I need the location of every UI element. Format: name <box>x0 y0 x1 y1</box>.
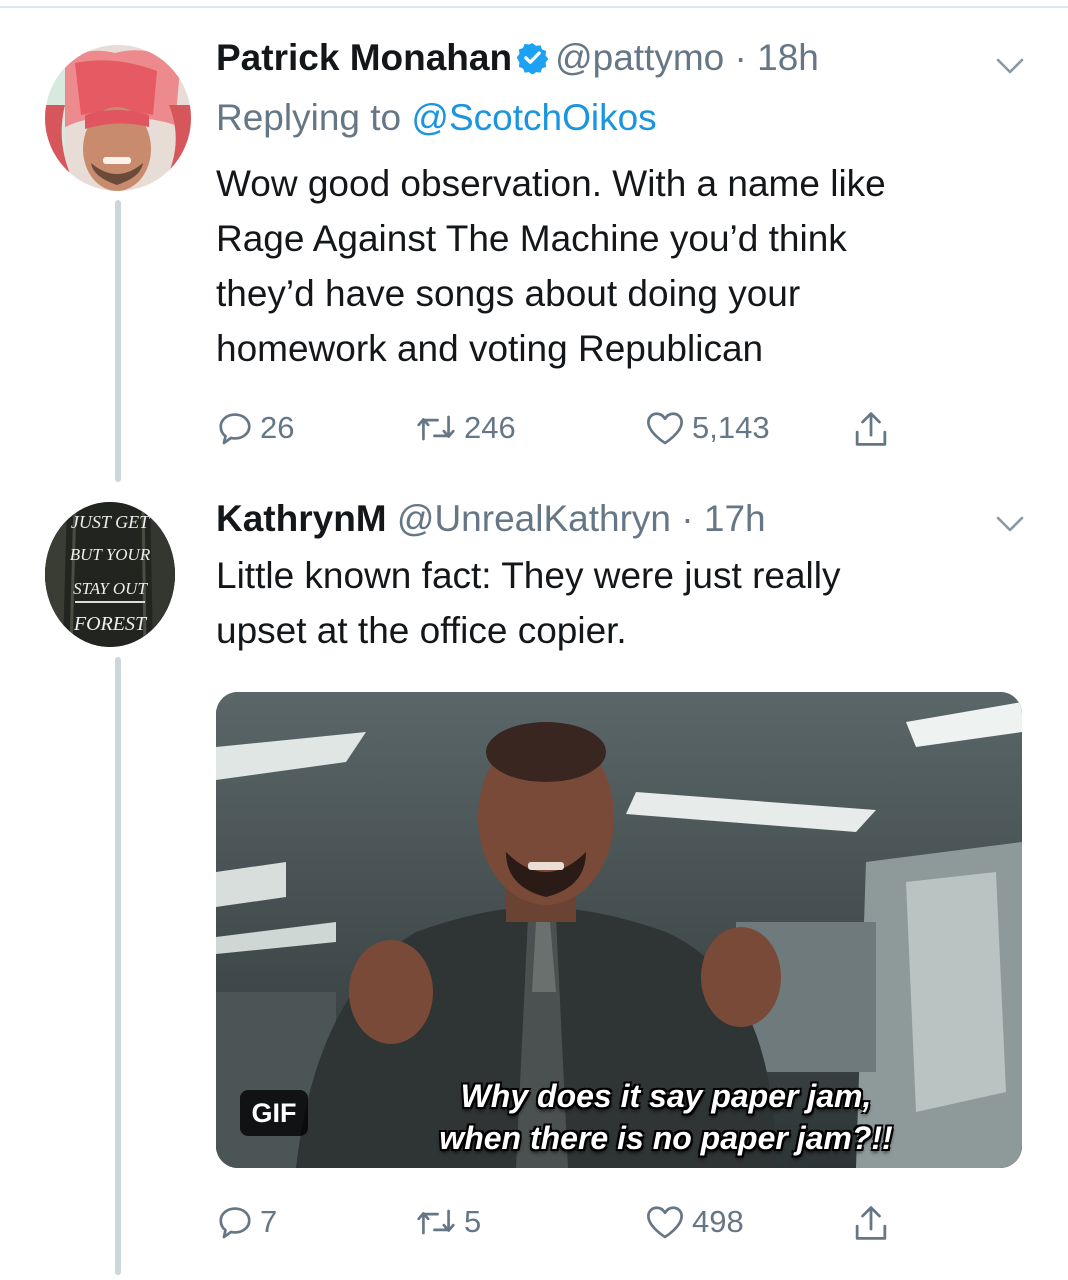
retweet-count: 5 <box>464 1204 482 1239</box>
tweet-actions: 26 246 5,143 <box>216 409 1016 453</box>
forest-sign-avatar-icon: JUST GET BUT YOUR STAY OUT FOREST <box>45 502 175 647</box>
retweet-icon <box>417 415 455 441</box>
tweet-text-line: Wow good observation. With a name like <box>216 163 886 204</box>
share-button[interactable] <box>852 409 896 449</box>
display-name[interactable]: Patrick Monahan <box>216 37 512 78</box>
chevron-down-icon[interactable] <box>995 514 1025 534</box>
thread-line <box>115 657 121 1275</box>
share-icon <box>855 412 887 446</box>
display-name[interactable]: KathrynM <box>216 498 387 539</box>
gif-media[interactable]: GIF Why does it say paper jam, when ther… <box>216 692 1022 1168</box>
like-count: 498 <box>692 1204 744 1239</box>
retweet-button[interactable]: 5 <box>414 1203 481 1241</box>
tweet-text-line: they’d have songs about doing your <box>216 273 801 314</box>
heart-icon <box>647 412 683 445</box>
tweet-text-line: upset at the office copier. <box>216 610 627 651</box>
tweet-text-line: homework and voting Republican <box>216 328 764 369</box>
tweet-time[interactable]: 18h <box>757 37 819 78</box>
avatar-line: JUST GET <box>71 512 151 532</box>
replying-to-link[interactable]: @ScotchOikos <box>411 97 656 138</box>
like-button[interactable]: 498 <box>644 1203 744 1241</box>
reply-icon <box>219 413 251 445</box>
tweet-text-line: Little known fact: They were just really <box>216 555 841 596</box>
user-handle[interactable]: @UnrealKathryn <box>397 498 671 539</box>
avatar-line: STAY OUT <box>73 579 148 598</box>
retweet-button[interactable]: 246 <box>414 409 516 447</box>
like-button[interactable]: 5,143 <box>644 409 770 447</box>
reply-button[interactable]: 26 <box>216 409 294 447</box>
gif-caption: Why does it say paper jam, when there is… <box>356 1075 976 1159</box>
gif-badge: GIF <box>240 1090 308 1136</box>
share-icon <box>855 1206 887 1240</box>
tweet-text: Wow good observation. With a name like R… <box>216 156 886 376</box>
reply-count: 7 <box>260 1204 278 1239</box>
reply-count: 26 <box>260 410 295 445</box>
avatar-kathrynm[interactable]: JUST GET BUT YOUR STAY OUT FOREST <box>45 502 175 647</box>
top-divider <box>0 6 1068 8</box>
tweet-header: Patrick Monahan @pattymo · 18h <box>216 36 819 80</box>
replying-to: Replying to @ScotchOikos <box>216 96 657 140</box>
caption-line: Why does it say paper jam, <box>460 1078 872 1114</box>
tweet-time[interactable]: 17h <box>704 498 766 539</box>
user-handle[interactable]: @pattymo <box>555 37 724 78</box>
separator-dot: · <box>681 498 694 539</box>
avatar-line: BUT YOUR <box>70 545 151 564</box>
tweet-actions: 7 5 498 <box>216 1203 1016 1247</box>
retweet-icon <box>417 1209 455 1235</box>
tweet-header: KathrynM @UnrealKathryn · 17h <box>216 497 766 541</box>
replying-prefix: Replying to <box>216 97 402 138</box>
chevron-down-icon[interactable] <box>995 56 1025 76</box>
avatar-line: FOREST <box>73 613 148 635</box>
heart-icon <box>647 1206 683 1239</box>
separator-dot: · <box>734 37 747 78</box>
reply-icon <box>219 1207 251 1239</box>
hooded-person-avatar-icon <box>45 45 191 191</box>
caption-line: when there is no paper jam?!! <box>439 1120 893 1156</box>
avatar-patrick-monahan[interactable] <box>45 45 191 191</box>
share-button[interactable] <box>852 1203 896 1243</box>
thread-line <box>115 200 121 482</box>
verified-badge-icon <box>516 43 549 74</box>
reply-button[interactable]: 7 <box>216 1203 277 1241</box>
tweet-text-line: Rage Against The Machine you’d think <box>216 218 847 259</box>
retweet-count: 246 <box>464 410 516 445</box>
tweet-text: Little known fact: They were just really… <box>216 548 840 658</box>
like-count: 5,143 <box>692 410 770 445</box>
